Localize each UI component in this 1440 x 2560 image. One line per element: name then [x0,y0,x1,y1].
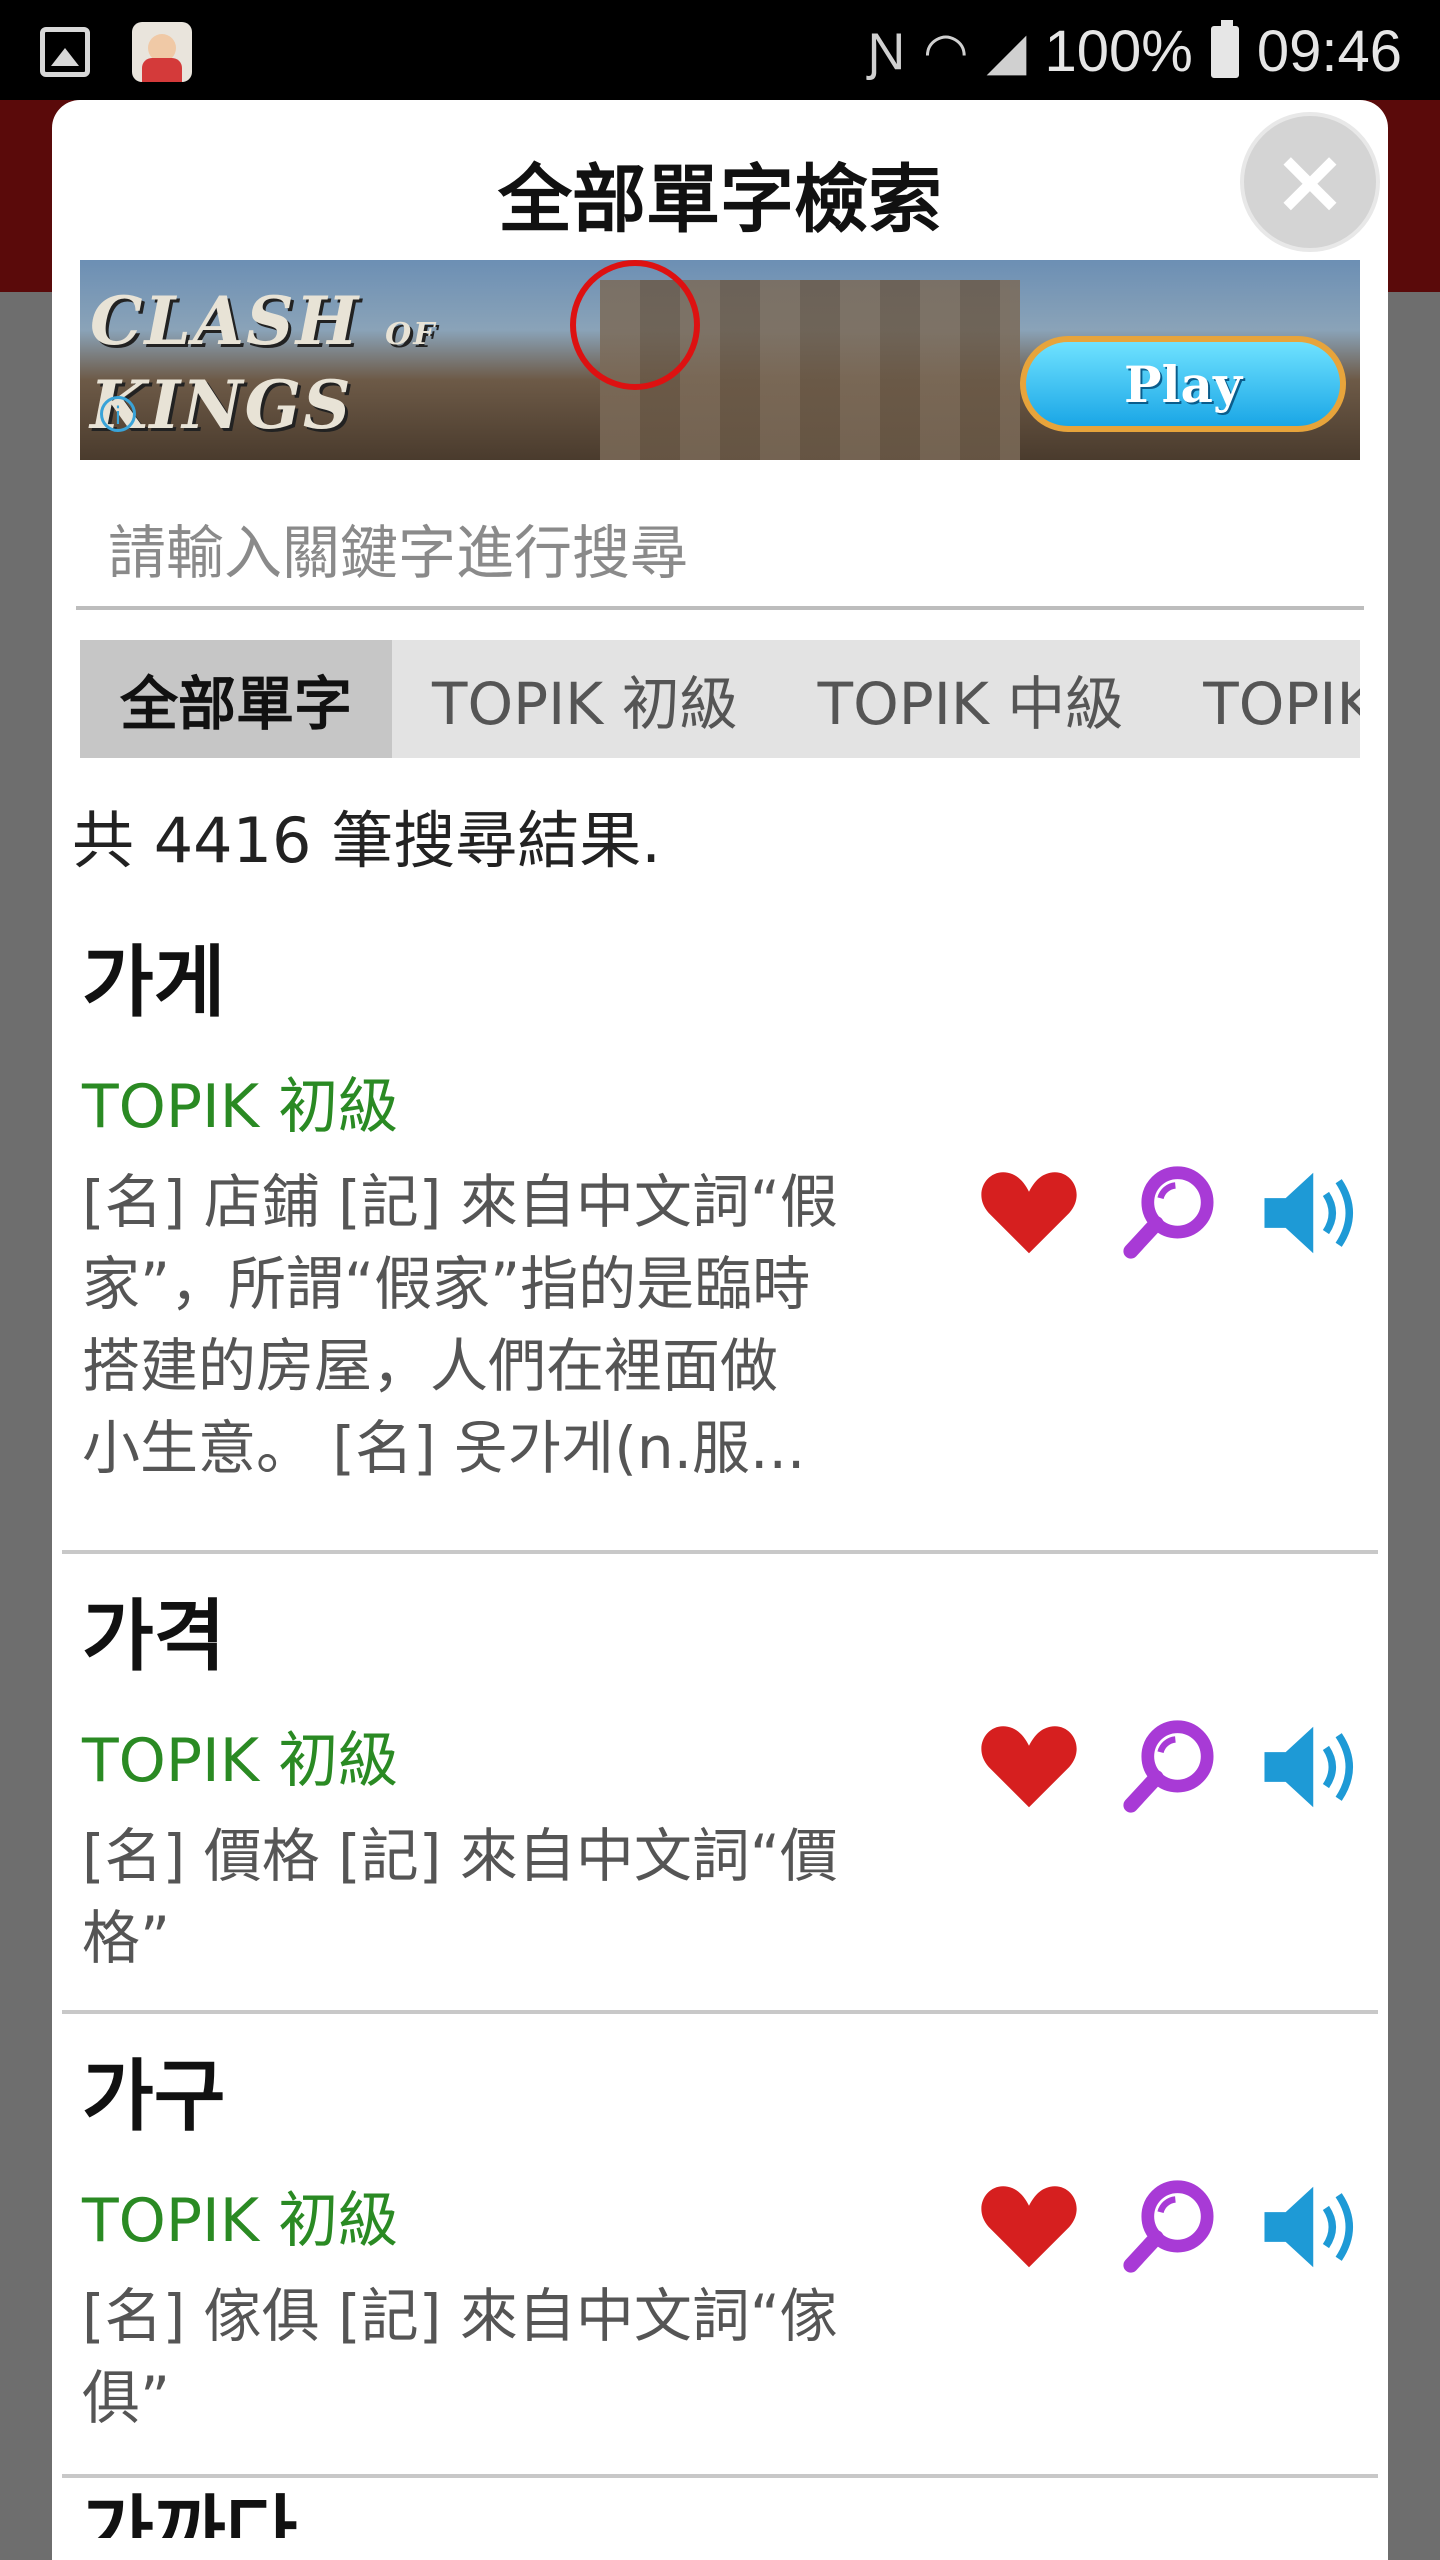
heart-icon[interactable] [976,2174,1082,2280]
tab-topik-intermediate[interactable]: TOPIK 中級 [778,640,1164,758]
heart-icon[interactable] [976,1714,1082,1820]
speaker-icon[interactable] [1256,2174,1362,2280]
heart-icon[interactable] [976,1160,1082,1266]
tab-topik-beginner[interactable]: TOPIK 初級 [392,640,778,758]
level-tabs: 全部單字 TOPIK 初級 TOPIK 中級 TOPIK 高級 [80,640,1360,758]
magnifier-icon[interactable] [1116,1714,1222,1820]
wifi-icon: ◠ [923,22,969,81]
ad-banner[interactable]: CLASH OF KINGS i Play [80,260,1360,460]
tab-topik-advanced[interactable]: TOPIK 高級 [1163,640,1360,758]
item-word: 가격 [82,1592,226,1682]
item-word: 가구 [82,2052,226,2142]
ad-play-button[interactable]: Play [1020,336,1346,432]
speaker-icon[interactable] [1256,1160,1362,1266]
magnifier-icon[interactable] [1116,1160,1222,1266]
nfc-icon: Ɲ [867,22,906,81]
crosshair-icon [570,260,700,390]
tab-all-words[interactable]: 全部單字 [80,640,393,758]
battery-icon [1210,19,1239,78]
list-item[interactable]: 가구 TOPIK 初級 [名] 傢俱 [記] 來自中文詞“傢 俱” [62,2014,1378,2478]
magnifier-icon[interactable] [1116,2174,1222,2280]
list-item-partial[interactable]: 가까다 [82,2478,1378,2538]
item-level: TOPIK 初級 [82,1072,399,1142]
result-count: 共 4416 筆搜尋結果. [72,804,661,877]
search-input[interactable] [76,500,1364,610]
item-definition: [名] 店鋪 [記] 來自中文詞“假 家”，所謂“假家”指的是臨時 搭建的房屋，… [82,1168,838,1482]
close-button[interactable]: × [1240,112,1380,252]
app-icon [132,22,192,82]
status-bar: Ɲ ◠ ◢ 100% 09:46 [0,0,1440,100]
clock: 09:46 [1256,19,1402,84]
search-dialog: 全部單字檢索 × CLASH OF KINGS i Play 全部單字 TOPI… [52,100,1388,2560]
speaker-icon[interactable] [1256,1714,1362,1820]
ad-logo: CLASH OF KINGS [90,282,437,444]
list-item[interactable]: 가게 TOPIK 初級 [名] 店鋪 [記] 來自中文詞“假 家”，所謂“假家”… [62,920,1378,1554]
results-list: 가게 TOPIK 初級 [名] 店鋪 [記] 來自中文詞“假 家”，所謂“假家”… [62,920,1378,2538]
battery-text: 100% [1044,19,1193,84]
dialog-title: 全部單字檢索 [498,157,942,243]
gallery-icon [40,27,90,77]
item-definition: [名] 傢俱 [記] 來自中文詞“傢 俱” [82,2282,838,2432]
item-word: 가게 [82,938,226,1028]
ad-info-icon[interactable]: i [100,396,136,432]
item-definition: [名] 價格 [記] 來自中文詞“價 格” [82,1822,838,1972]
signal-icon: ◢ [986,22,1027,81]
list-item[interactable]: 가격 TOPIK 初級 [名] 價格 [記] 來自中文詞“價 格” [62,1554,1378,2014]
